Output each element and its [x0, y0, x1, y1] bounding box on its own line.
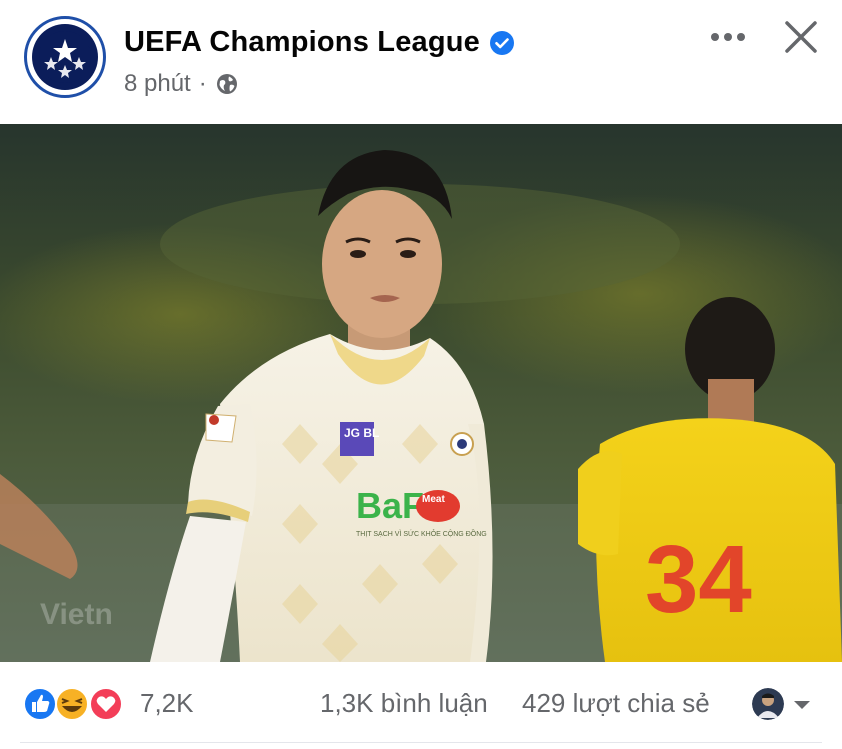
close-icon[interactable]: [780, 16, 822, 58]
post-header: UEFA Champions League 8 phút ·: [0, 0, 842, 124]
photo-watermark: Vietn: [40, 598, 113, 631]
opponent-number: 34: [645, 526, 752, 633]
globe-icon: [216, 74, 237, 94]
page-avatar[interactable]: [24, 16, 106, 98]
divider: [20, 742, 822, 743]
more-options-icon: [711, 33, 745, 41]
kit-sponsor-2-badge: Meat: [422, 494, 445, 505]
post-photo[interactable]: 34 JG BL BaF Meat THỊT SẠCH VÌ SỨC KHỎE …: [0, 124, 842, 662]
reaction-icons[interactable]: [22, 686, 126, 722]
share-as-avatar[interactable]: [752, 688, 784, 720]
like-reaction-icon: [23, 687, 57, 721]
post-time[interactable]: 8 phút: [124, 70, 191, 98]
kit-sponsor-1-text: JG BL: [344, 426, 379, 440]
shares-count[interactable]: 429 lượt chia sẻ: [522, 688, 710, 719]
photo-scene: 34 JG BL BaF Meat THỊT SẠCH VÌ SỨC KHỎE …: [0, 124, 842, 662]
page-name[interactable]: UEFA Champions League: [124, 26, 480, 59]
love-reaction-icon: [89, 687, 123, 721]
avatar-logo-icon: [32, 24, 98, 90]
chevron-down-icon[interactable]: [792, 698, 812, 712]
reaction-count[interactable]: 7,2K: [140, 688, 194, 719]
more-options-button[interactable]: [708, 22, 748, 52]
verified-badge-icon: [490, 30, 515, 55]
comments-count[interactable]: 1,3K bình luận: [320, 688, 488, 719]
meta-separator: ·: [198, 70, 207, 97]
page-name-row: UEFA Champions League: [124, 26, 515, 59]
post-meta: 8 phút ·: [124, 70, 239, 98]
kit-sponsor-2-text: BaF: [356, 485, 424, 526]
haha-reaction-icon: [55, 687, 89, 721]
